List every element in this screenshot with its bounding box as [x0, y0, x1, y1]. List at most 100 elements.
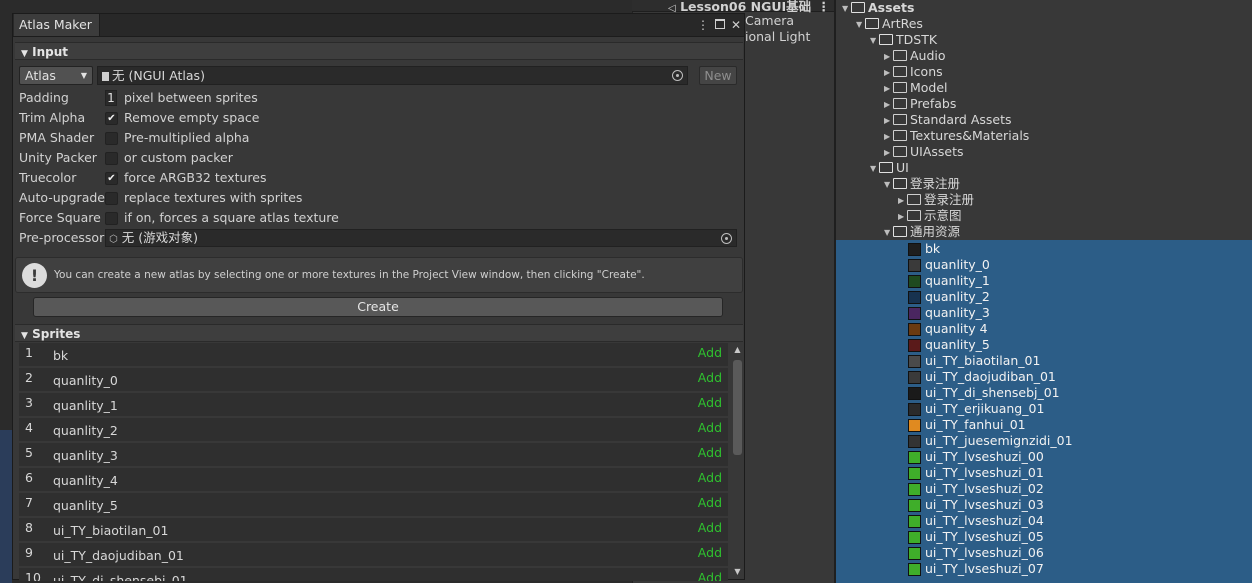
sprite-index: 4 — [25, 420, 33, 435]
hierarchy-item-light[interactable]: ional Light — [745, 29, 810, 44]
folder-label: ArtRes — [882, 16, 923, 31]
atlas-object-field[interactable]: 无 (NGUI Atlas) — [97, 66, 688, 85]
project-folder[interactable]: ▶ Textures&Materials — [884, 128, 1029, 144]
folder-open-icon — [893, 178, 907, 189]
collapsed-triangle-icon[interactable]: ▶ — [884, 129, 893, 145]
object-picker-icon[interactable] — [672, 70, 683, 81]
expand-triangle-icon[interactable]: ▼ — [884, 177, 893, 193]
sprites-section-header[interactable]: ▼ Sprites — [15, 324, 743, 342]
project-asset-item[interactable]: ui_TY_juesemignzidi_01 — [908, 433, 1073, 449]
auto-upgrade-checkbox[interactable] — [105, 192, 118, 205]
project-asset-item[interactable]: quanlity_0 — [908, 257, 990, 273]
sprite-index: 9 — [25, 545, 33, 560]
project-folder[interactable]: ▶ Prefabs — [884, 96, 956, 112]
project-asset-item[interactable]: ui_TY_lvseshuzi_04 — [908, 513, 1044, 529]
project-folder[interactable]: ▶ 示意图 — [898, 208, 962, 224]
new-button[interactable]: New — [699, 66, 737, 85]
project-folder[interactable]: ▼ 登录注册 — [884, 176, 960, 192]
project-folder[interactable]: ▶ Standard Assets — [884, 112, 1012, 128]
add-sprite-button[interactable]: Add — [698, 368, 722, 388]
add-sprite-button[interactable]: Add — [698, 468, 722, 488]
collapsed-triangle-icon[interactable]: ▶ — [884, 113, 893, 129]
truecolor-checkbox[interactable]: ✔ — [105, 172, 118, 185]
hierarchy-item-camera[interactable]: Camera — [745, 13, 794, 28]
expand-triangle-icon[interactable]: ▼ — [870, 161, 879, 177]
project-folder[interactable]: ▼ ArtRes — [856, 16, 923, 32]
trim-alpha-checkbox[interactable]: ✔ — [105, 112, 118, 125]
project-folder[interactable]: ▼ UI — [870, 160, 909, 176]
add-sprite-button[interactable]: Add — [698, 493, 722, 513]
collapse-triangle-icon: ▼ — [21, 331, 28, 341]
project-asset-item[interactable]: quanlity_5 — [908, 337, 990, 353]
scroll-down-icon[interactable]: ▼ — [732, 567, 743, 577]
close-icon[interactable]: ✕ — [729, 17, 743, 33]
preprocessor-picker-icon[interactable] — [721, 233, 732, 244]
project-asset-item[interactable]: ui_TY_lvseshuzi_07 — [908, 561, 1044, 577]
project-asset-item[interactable]: ui_TY_di_shensebj_01 — [908, 385, 1060, 401]
expand-triangle-icon[interactable]: ▼ — [884, 225, 893, 241]
window-tab[interactable]: Atlas Maker — [14, 14, 100, 36]
padding-description: pixel between sprites — [124, 90, 258, 105]
project-asset-item[interactable]: bk — [908, 241, 940, 257]
add-sprite-button[interactable]: Add — [698, 543, 722, 563]
scrollbar-thumb[interactable] — [733, 360, 742, 455]
expand-triangle-icon[interactable]: ▼ — [842, 1, 851, 17]
atlas-type-dropdown[interactable]: Atlas ▼ — [19, 66, 93, 85]
collapsed-triangle-icon[interactable]: ▶ — [884, 65, 893, 81]
project-asset-item[interactable]: quanlity_1 — [908, 273, 990, 289]
project-folder[interactable]: ▶ Icons — [884, 64, 943, 80]
asset-label: ui_TY_di_shensebj_01 — [925, 385, 1060, 400]
add-sprite-button[interactable]: Add — [698, 343, 722, 363]
gameobject-icon: ⬡ — [109, 234, 118, 245]
project-asset-item[interactable]: ui_TY_lvseshuzi_02 — [908, 481, 1044, 497]
more-vert-icon[interactable]: ⋮ — [818, 0, 831, 14]
folder-open-icon — [879, 162, 893, 173]
force-square-checkbox[interactable] — [105, 212, 118, 225]
project-asset-item[interactable]: ui_TY_erjikuang_01 — [908, 401, 1044, 417]
add-sprite-button[interactable]: Add — [698, 418, 722, 438]
more-options-icon[interactable]: ⋮ — [696, 17, 710, 33]
pma-shader-checkbox[interactable] — [105, 132, 118, 145]
project-asset-item[interactable]: quanlity 4 — [908, 321, 988, 337]
project-root-assets[interactable]: ▼ Assets — [842, 0, 914, 16]
input-section-header[interactable]: ▼ Input — [15, 42, 743, 60]
help-text: You can create a new atlas by selecting … — [54, 269, 645, 281]
collapsed-triangle-icon[interactable]: ▶ — [898, 193, 907, 209]
add-sprite-button[interactable]: Add — [698, 568, 722, 581]
project-folder[interactable]: ▼ TDSTK — [870, 32, 937, 48]
create-button[interactable]: Create — [33, 297, 723, 317]
collapsed-triangle-icon[interactable]: ▶ — [898, 209, 907, 225]
preprocessor-field[interactable]: ⬡ 无 (游戏对象) — [105, 229, 737, 247]
project-asset-item[interactable]: ui_TY_lvseshuzi_06 — [908, 545, 1044, 561]
expand-triangle-icon[interactable]: ▼ — [856, 17, 865, 33]
project-asset-item[interactable]: ui_TY_lvseshuzi_01 — [908, 465, 1044, 481]
collapsed-triangle-icon[interactable]: ▶ — [884, 145, 893, 161]
project-folder[interactable]: ▶ Model — [884, 80, 948, 96]
project-asset-item[interactable]: ui_TY_lvseshuzi_00 — [908, 449, 1044, 465]
sprite-name: quanlity_1 — [53, 398, 118, 413]
project-folder[interactable]: ▶ Audio — [884, 48, 946, 64]
project-folder[interactable]: ▶ UIAssets — [884, 144, 964, 160]
project-asset-item[interactable]: quanlity_2 — [908, 289, 990, 305]
collapsed-triangle-icon[interactable]: ▶ — [884, 81, 893, 97]
project-folder[interactable]: ▼ 通用资源 — [884, 224, 960, 240]
maximize-icon[interactable] — [713, 17, 727, 33]
expand-triangle-icon[interactable]: ▼ — [870, 33, 879, 49]
project-asset-item[interactable]: ui_TY_fanhui_01 — [908, 417, 1026, 433]
project-asset-item[interactable]: ui_TY_lvseshuzi_03 — [908, 497, 1044, 513]
add-sprite-button[interactable]: Add — [698, 443, 722, 463]
asset-label: bk — [925, 241, 941, 256]
folder-label: UIAssets — [910, 144, 964, 159]
project-asset-item[interactable]: ui_TY_biaotilan_01 — [908, 353, 1040, 369]
scroll-up-icon[interactable]: ▲ — [732, 345, 743, 355]
padding-input[interactable]: 1 — [105, 90, 117, 106]
project-asset-item[interactable]: quanlity_3 — [908, 305, 990, 321]
add-sprite-button[interactable]: Add — [698, 393, 722, 413]
project-asset-item[interactable]: ui_TY_daojudiban_01 — [908, 369, 1056, 385]
unity-packer-checkbox[interactable] — [105, 152, 118, 165]
collapsed-triangle-icon[interactable]: ▶ — [884, 97, 893, 113]
add-sprite-button[interactable]: Add — [698, 518, 722, 538]
project-folder[interactable]: ▶ 登录注册 — [898, 192, 974, 208]
collapsed-triangle-icon[interactable]: ▶ — [884, 49, 893, 65]
project-asset-item[interactable]: ui_TY_lvseshuzi_05 — [908, 529, 1044, 545]
